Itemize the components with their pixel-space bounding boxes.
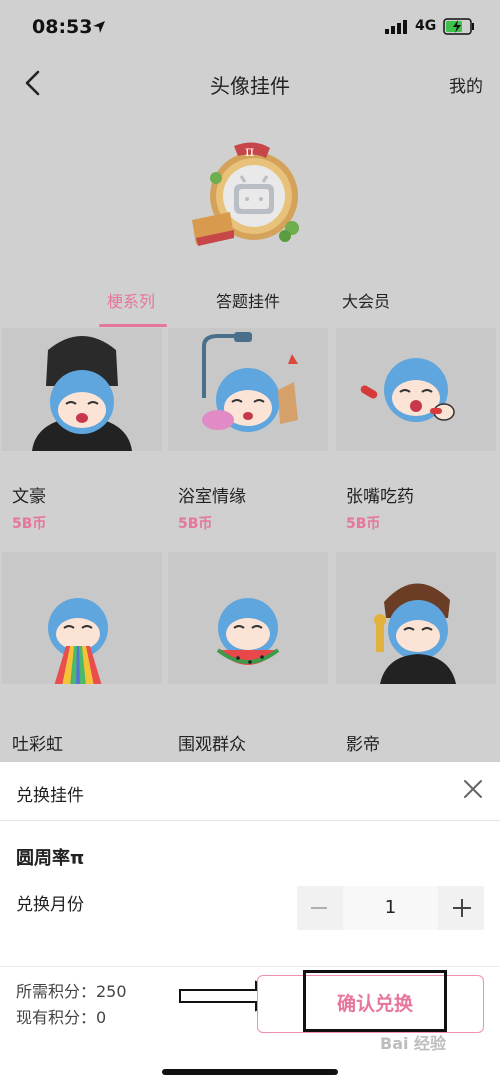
tab-quiz-pendants[interactable]: 答题挂件 [216,288,280,312]
pendant-item-bathroom[interactable]: 浴室情缘 5B币 [166,328,330,550]
selected-pendant-name: 圆周率π [16,848,85,869]
pendant-price: 5B币 [12,516,47,532]
pendant-name: 围观群众 [178,735,246,755]
pendant-name: 张嘴吃药 [346,487,414,507]
pendant-name: 吐彩虹 [12,735,63,755]
close-icon[interactable] [462,778,484,800]
minus-icon[interactable] [297,886,341,930]
pendant-item-best-actor[interactable]: 影帝 [334,552,498,762]
pendant-thumbnail [336,328,496,451]
avatar-preview: π [192,142,299,246]
category-tabs: 梗系列 答题挂件 大会员 [0,288,500,328]
status-bar: 08:53 4G [0,0,500,56]
signal-icon [385,20,407,34]
pendant-thumbnail [336,552,496,684]
pendant-price: 5B币 [178,516,213,532]
pendant-item-onlooker[interactable]: 围观群众 [166,552,330,762]
watermark: Bai 经验 [380,1034,447,1053]
pendant-name: 文豪 [12,487,46,507]
pendant-name: 浴室情缘 [178,487,246,507]
exchange-sheet: 兑换挂件 圆周率π 兑换月份 1 所需积分：250 现有积分：0 确认兑换 Ba… [0,762,500,1083]
pendant-thumbnail [168,328,328,451]
active-tab-indicator [99,324,167,327]
tab-meme-series[interactable]: 梗系列 [107,288,155,312]
months-label: 兑换月份 [16,895,84,915]
location-arrow-icon [93,21,105,33]
pendant-item-wenhao[interactable]: 文豪 5B币 [0,328,164,550]
divider [0,820,500,821]
home-indicator [162,1069,338,1075]
pendant-item-rainbow[interactable]: 吐彩虹 [0,552,164,762]
required-points: 所需积分：250 [16,982,127,1001]
tab-big-member[interactable]: 大会员 [342,288,390,312]
pendant-price: 5B币 [346,516,381,532]
confirm-exchange-label[interactable]: 确认兑换 [303,989,447,1016]
sheet-title: 兑换挂件 [16,786,84,806]
pendant-name: 影帝 [346,735,380,755]
battery-charging-icon [443,18,474,35]
my-pendants-link[interactable]: 我的 [449,72,483,97]
network-type: 4G [415,18,437,34]
pendant-item-pill[interactable]: 张嘴吃药 5B币 [334,328,498,550]
months-value[interactable]: 1 [343,886,438,930]
divider [0,966,500,967]
current-points: 现有积分：0 [16,1008,107,1027]
pendant-thumbnail [2,552,162,686]
pendant-thumbnail [2,328,162,451]
status-time: 08:53 [32,16,93,38]
pendant-thumbnail [168,552,328,684]
dimmed-background: 08:53 4G 头像挂件 我的 π 梗系列 答题挂件 大会员 文豪 5B币 浴… [0,0,500,762]
plus-icon[interactable] [440,886,484,930]
months-stepper: 1 [297,886,484,930]
page-title: 头像挂件 [210,74,290,98]
svg-text:π: π [245,144,254,160]
